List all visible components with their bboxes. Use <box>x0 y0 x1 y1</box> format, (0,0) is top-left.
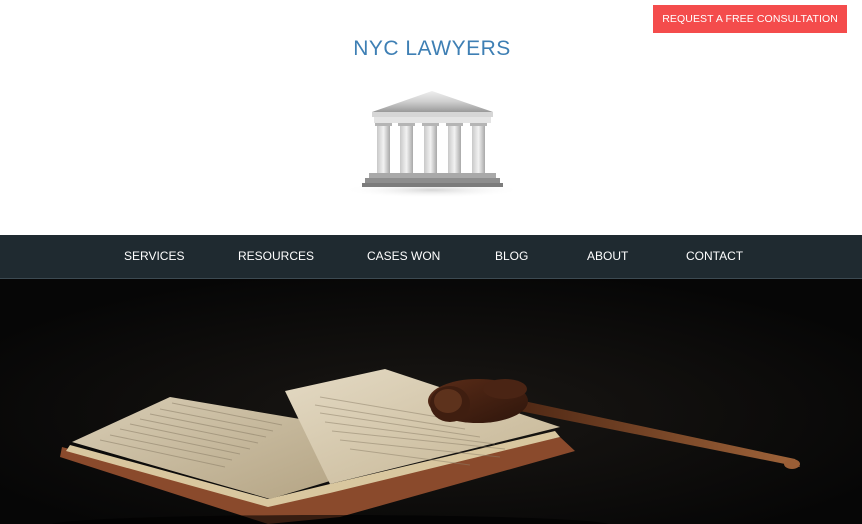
nav-item-blog[interactable]: BLOG <box>495 235 528 278</box>
book-and-gavel-image <box>0 279 862 524</box>
courthouse-icon[interactable] <box>340 85 525 200</box>
site-header: REQUEST A FREE CONSULTATION NYC LAWYERS <box>0 0 862 235</box>
nav-item-contact[interactable]: CONTACT <box>686 235 743 278</box>
nav-item-resources[interactable]: RESOURCES <box>238 235 314 278</box>
request-consultation-button[interactable]: REQUEST A FREE CONSULTATION <box>653 5 847 33</box>
nav-item-cases-won[interactable]: CASES WON <box>367 235 440 278</box>
hero-banner <box>0 279 862 524</box>
nav-item-services[interactable]: SERVICES <box>124 235 184 278</box>
site-title[interactable]: NYC LAWYERS <box>0 37 862 61</box>
nav-item-about[interactable]: ABOUT <box>587 235 628 278</box>
main-navigation: SERVICES RESOURCES CASES WON BLOG ABOUT … <box>0 235 862 279</box>
